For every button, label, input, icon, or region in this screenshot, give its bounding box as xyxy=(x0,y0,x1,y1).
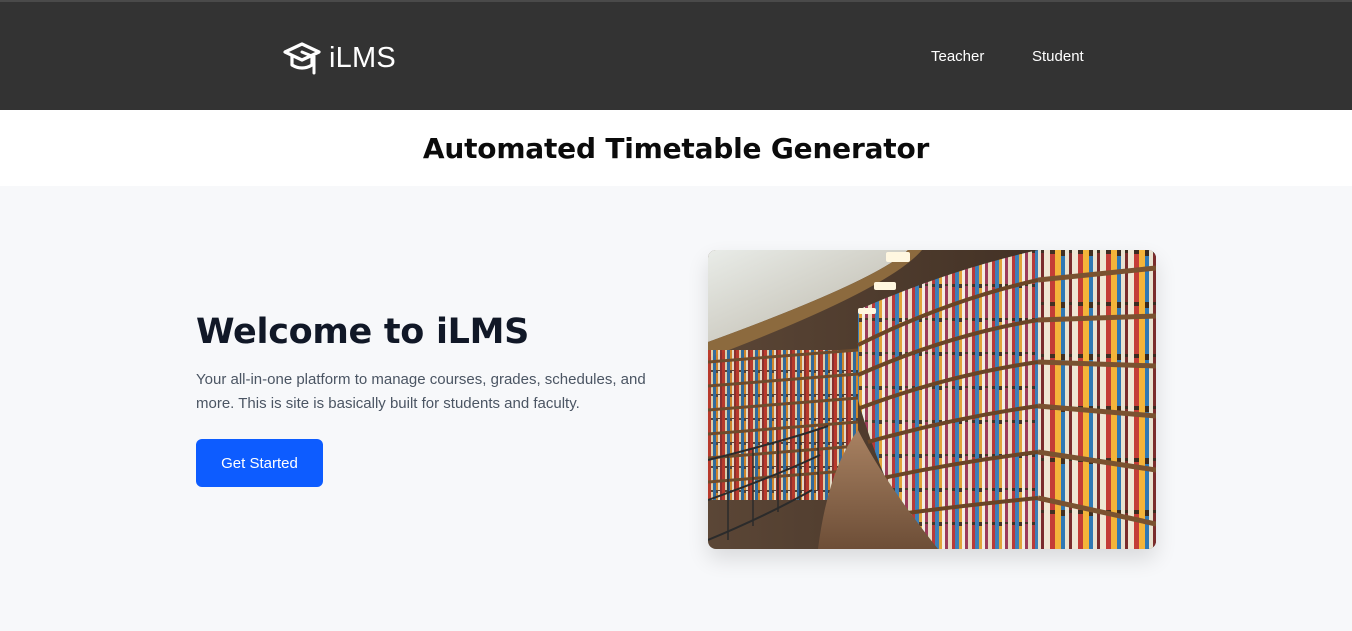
hero-section: Welcome to iLMS Your all-in-one platform… xyxy=(0,186,1352,631)
graduation-cap-icon xyxy=(283,40,321,76)
top-navbar: iLMS Teacher Student xyxy=(0,0,1352,110)
get-started-button[interactable]: Get Started xyxy=(196,439,323,487)
page-title: Automated Timetable Generator xyxy=(422,131,930,165)
hero-description: Your all-in-one platform to manage cours… xyxy=(196,371,646,412)
nav-link-student[interactable]: Student xyxy=(1032,48,1084,70)
library-bookshelves-image xyxy=(708,250,1156,549)
brand-link[interactable]: iLMS xyxy=(283,38,396,78)
title-bar: Automated Timetable Generator xyxy=(0,110,1352,186)
hero-heading: Welcome to iLMS xyxy=(196,312,530,352)
nav-link-teacher[interactable]: Teacher xyxy=(931,48,984,70)
brand-name: iLMS xyxy=(329,41,396,74)
